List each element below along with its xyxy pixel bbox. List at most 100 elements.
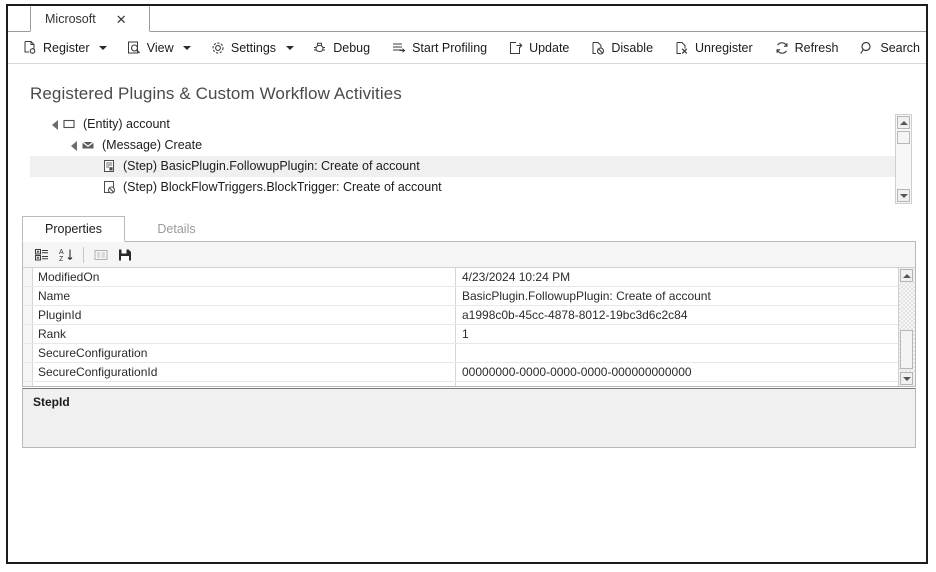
settings-gear-icon [210, 40, 226, 56]
property-pages-icon [93, 247, 109, 263]
property-name: Name [23, 287, 456, 305]
main-content: Registered Plugins & Custom Workflow Act… [8, 64, 926, 562]
sort-az-icon: A Z [58, 247, 74, 263]
settings-button[interactable]: Settings [204, 35, 282, 61]
property-grid-toolbar: A Z [23, 242, 915, 268]
tree-node-message-create[interactable]: (Message) Create [30, 135, 912, 156]
property-value[interactable] [456, 344, 915, 362]
svg-text:Z: Z [59, 256, 64, 263]
property-name: Rank [23, 325, 456, 343]
step-disabled-icon [102, 180, 118, 196]
expander-icon[interactable] [67, 135, 81, 156]
property-value[interactable]: 4/23/2024 10:24 PM [456, 268, 915, 286]
settings-dropdown-caret[interactable] [282, 35, 297, 61]
scroll-up-arrow-icon[interactable] [897, 116, 910, 129]
table-row[interactable]: ModifiedOn 4/23/2024 10:24 PM [23, 268, 915, 287]
table-row[interactable]: SecureConfigurationId 00000000-0000-0000… [23, 363, 915, 382]
register-dropdown-caret[interactable] [96, 35, 111, 61]
expander-icon[interactable] [48, 114, 62, 135]
property-name: SecureConfigurationId [23, 363, 456, 381]
tree-node-step-blockflowtriggers[interactable]: (Step) BlockFlowTriggers.BlockTrigger: C… [30, 177, 912, 198]
tree-node-label: (Message) Create [102, 139, 202, 152]
tab-details-label: Details [157, 222, 195, 236]
property-grid-rows: ModifiedOn 4/23/2024 10:24 PM Name Basic… [23, 268, 915, 386]
property-value[interactable]: BasicPlugin.FollowupPlugin: Create of ac… [456, 287, 915, 305]
search-icon [859, 40, 875, 56]
search-button[interactable]: Search [853, 35, 926, 61]
tree-node-label: (Step) BasicPlugin.FollowupPlugin: Creat… [123, 160, 420, 173]
toolbar-separator [83, 247, 84, 263]
property-name: SecureConfiguration [23, 344, 456, 362]
refresh-icon [774, 40, 790, 56]
properties-details-tabs: Properties Details [22, 216, 916, 242]
debug-label: Debug [333, 41, 370, 55]
svg-text:A: A [59, 249, 64, 256]
document-tab-strip: Microsoft ✕ [8, 6, 926, 32]
update-icon [508, 40, 524, 56]
scroll-down-arrow-icon[interactable] [900, 372, 913, 385]
property-name: PluginId [23, 306, 456, 324]
start-profiling-button[interactable]: Start Profiling [385, 35, 493, 61]
tree-node-step-basicplugin[interactable]: (Step) BasicPlugin.FollowupPlugin: Creat… [30, 156, 912, 177]
settings-label: Settings [231, 41, 276, 55]
unregister-button[interactable]: Unregister [668, 35, 759, 61]
tree-scrollbar-thumb[interactable] [897, 131, 910, 144]
toolbar-gap [376, 47, 385, 48]
unregister-icon [674, 40, 690, 56]
property-value[interactable]: 1 [456, 325, 915, 343]
register-label: Register [43, 41, 90, 55]
table-row[interactable]: Name BasicPlugin.FollowupPlugin: Create … [23, 287, 915, 306]
property-description-panel: StepId [22, 388, 916, 448]
step-icon [102, 159, 118, 175]
table-row[interactable]: SecureConfiguration [23, 344, 915, 363]
entity-icon [62, 117, 78, 133]
view-button[interactable]: View [120, 35, 180, 61]
refresh-button[interactable]: Refresh [768, 35, 845, 61]
categorized-view-button[interactable] [30, 244, 54, 266]
toolbar-gap [493, 47, 502, 48]
grid-vertical-scrollbar[interactable] [898, 268, 915, 386]
start-profiling-label: Start Profiling [412, 41, 487, 55]
tab-properties[interactable]: Properties [22, 216, 125, 242]
alphabetical-sort-button[interactable]: A Z [54, 244, 78, 266]
tree-vertical-scrollbar[interactable] [895, 114, 912, 204]
disable-icon [590, 40, 606, 56]
page-title: Registered Plugins & Custom Workflow Act… [30, 84, 402, 104]
toolbar-gap [659, 47, 668, 48]
register-button[interactable]: Register [16, 35, 96, 61]
property-name: ServiceBusConfigurationId [23, 382, 456, 386]
grid-scrollbar-thumb[interactable] [900, 330, 913, 369]
property-value[interactable]: a1998c0b-45cc-4878-8012-19bc3d6c2c84 [456, 306, 915, 324]
close-icon[interactable]: ✕ [116, 13, 127, 26]
toolbar-gap [195, 47, 204, 48]
property-pages-button[interactable] [89, 244, 113, 266]
scroll-down-arrow-icon[interactable] [897, 189, 910, 202]
property-value[interactable]: 00000000-0000-0000-0000-000000000000 [456, 363, 915, 381]
toolbar-gap [575, 47, 584, 48]
disable-label: Disable [611, 41, 653, 55]
refresh-label: Refresh [795, 41, 839, 55]
tab-properties-label: Properties [45, 222, 102, 236]
table-row[interactable]: Rank 1 [23, 325, 915, 344]
property-grid: A Z [22, 242, 916, 387]
tab-details[interactable]: Details [125, 216, 228, 242]
property-value[interactable]: 00000000-0000-0000-0000-000000000000 [456, 382, 915, 386]
scroll-up-arrow-icon[interactable] [900, 269, 913, 282]
debug-button[interactable]: Debug [306, 35, 376, 61]
document-tab-microsoft[interactable]: Microsoft ✕ [30, 6, 150, 32]
table-row[interactable]: PluginId a1998c0b-45cc-4878-8012-19bc3d6… [23, 306, 915, 325]
view-dropdown-caret[interactable] [180, 35, 195, 61]
toolbar-gap [297, 47, 306, 48]
tree-node-label: (Entity) account [83, 118, 170, 131]
disable-button[interactable]: Disable [584, 35, 659, 61]
plugin-tree: (Entity) account (Message) Create [30, 114, 912, 204]
save-disk-icon [117, 247, 133, 263]
tree-node-entity-account[interactable]: (Entity) account [30, 114, 912, 135]
update-button[interactable]: Update [502, 35, 575, 61]
table-row[interactable]: ServiceBusConfigurationId 00000000-0000-… [23, 382, 915, 386]
save-button[interactable] [113, 244, 137, 266]
toolbar-gap [844, 47, 853, 48]
search-label: Search [880, 41, 920, 55]
start-profiling-icon [391, 40, 407, 56]
debug-icon [312, 40, 328, 56]
